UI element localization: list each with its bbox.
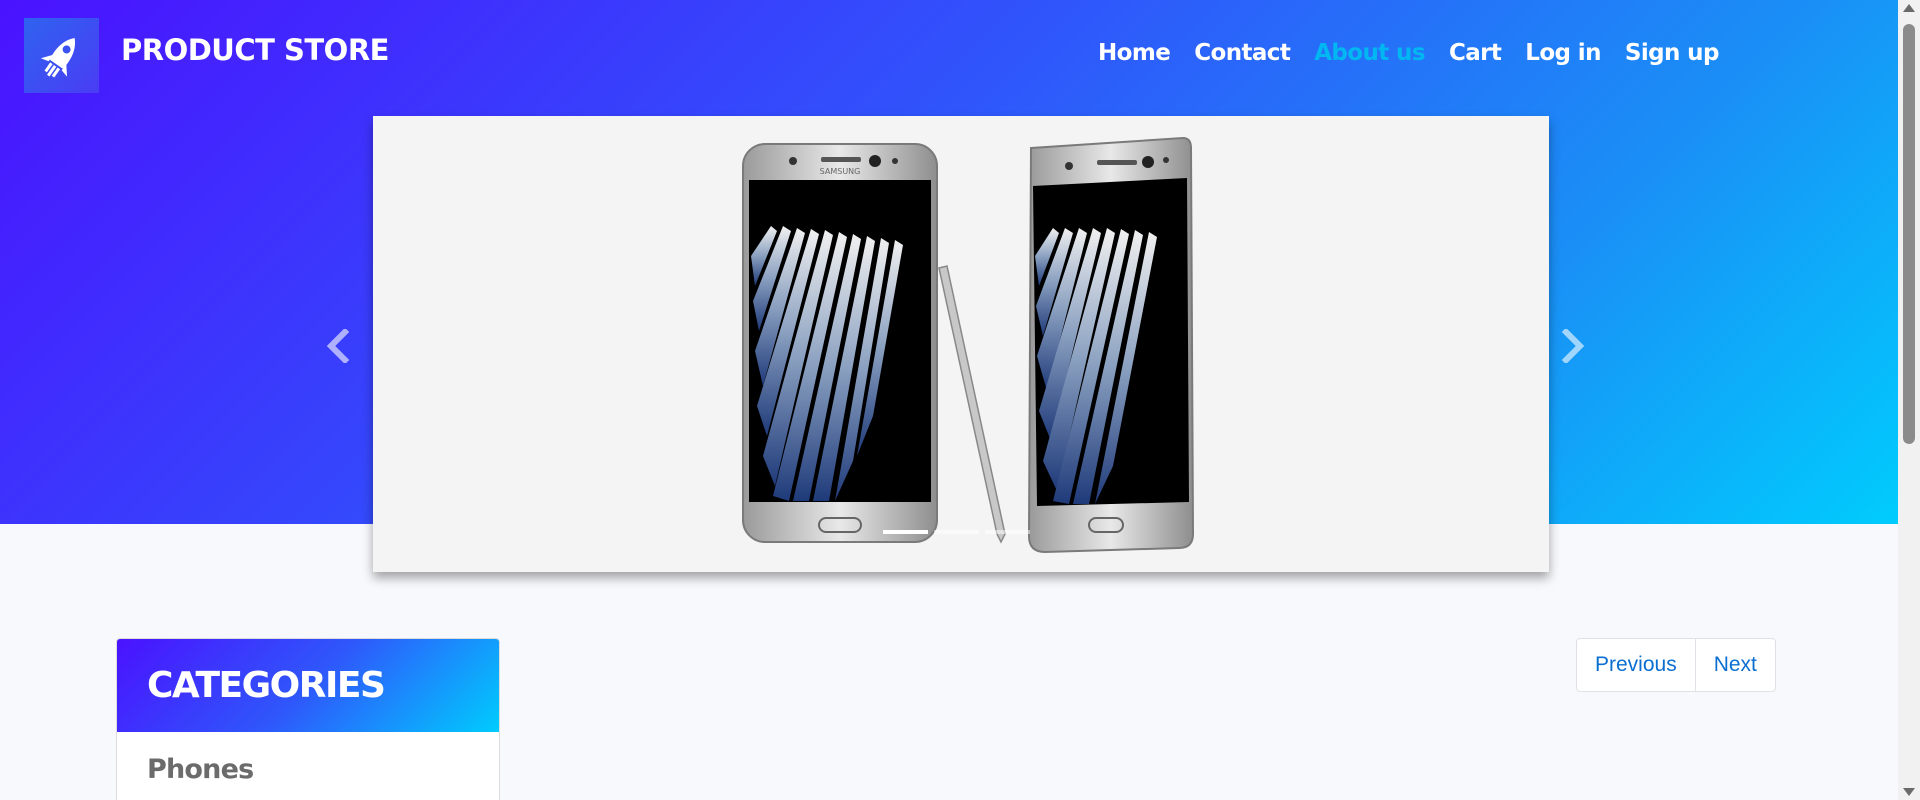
chevron-right-icon bbox=[1561, 329, 1585, 363]
pagination: Previous Next bbox=[1576, 638, 1776, 692]
carousel: SAMSUNG bbox=[373, 116, 1549, 572]
scrollbar-thumb[interactable] bbox=[1903, 24, 1915, 444]
nav-about-us[interactable]: About us bbox=[1314, 40, 1425, 66]
carousel-next-button[interactable] bbox=[1553, 326, 1593, 366]
carousel-indicator-2[interactable] bbox=[934, 530, 979, 534]
next-button[interactable]: Next bbox=[1694, 639, 1775, 691]
rocket-icon[interactable] bbox=[24, 18, 99, 93]
vertical-scrollbar[interactable] bbox=[1898, 0, 1920, 800]
main-nav: Home Contact About us Cart Log in Sign u… bbox=[1098, 40, 1743, 66]
scroll-up-arrow-icon[interactable] bbox=[1903, 4, 1915, 12]
brand-name[interactable]: PRODUCT STORE bbox=[121, 33, 389, 67]
page: PRODUCT STORE Home Contact About us Cart… bbox=[0, 0, 1898, 800]
carousel-indicator-1[interactable] bbox=[883, 530, 928, 534]
previous-button[interactable]: Previous bbox=[1577, 639, 1695, 691]
category-phones[interactable]: Phones bbox=[117, 732, 499, 800]
samsung-galaxy-note-phones-image: SAMSUNG bbox=[742, 136, 1195, 554]
nav-contact[interactable]: Contact bbox=[1194, 40, 1291, 66]
nav-log-in[interactable]: Log in bbox=[1525, 40, 1601, 66]
categories-title: CATEGORIES bbox=[147, 665, 386, 706]
scroll-down-arrow-icon[interactable] bbox=[1903, 788, 1915, 796]
nav-sign-up[interactable]: Sign up bbox=[1625, 40, 1720, 66]
categories-panel: CATEGORIES Phones bbox=[116, 638, 500, 800]
navbar: PRODUCT STORE Home Contact About us Cart… bbox=[0, 0, 1898, 110]
categories-header[interactable]: CATEGORIES bbox=[117, 639, 499, 732]
carousel-indicators bbox=[883, 530, 1030, 534]
svg-text:SAMSUNG: SAMSUNG bbox=[820, 167, 861, 176]
chevron-left-icon bbox=[326, 329, 350, 363]
nav-home[interactable]: Home bbox=[1098, 40, 1171, 66]
nav-cart[interactable]: Cart bbox=[1449, 40, 1502, 66]
carousel-prev-button[interactable] bbox=[318, 326, 358, 366]
carousel-indicator-3[interactable] bbox=[985, 530, 1030, 534]
